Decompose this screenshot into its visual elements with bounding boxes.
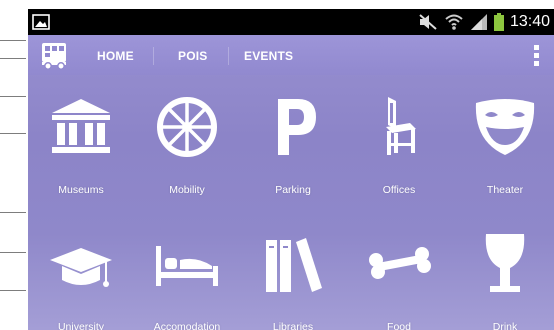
museum-icon [52, 99, 110, 153]
wifi-icon [445, 14, 463, 30]
graduation-cap-icon [50, 248, 112, 287]
guide-tick [0, 96, 26, 97]
theater-mask-icon [475, 99, 535, 155]
action-bar: HOME POIS EVENTS [28, 35, 554, 75]
status-right-group: 13:40 [418, 12, 550, 32]
category-offices[interactable]: Offices [346, 77, 452, 197]
bed-icon [156, 246, 218, 286]
category-label: University [57, 321, 105, 330]
category-label: Theater [486, 184, 524, 196]
category-label: Food [387, 321, 411, 330]
guide-tick [0, 40, 26, 41]
tab-events[interactable]: EVENTS [244, 35, 293, 75]
bus-logo-icon[interactable] [40, 41, 70, 71]
guide-tick [0, 133, 26, 134]
category-food[interactable]: Food [346, 214, 452, 330]
bone-icon [369, 247, 431, 279]
category-label: Accomodation [153, 321, 221, 330]
category-label: Offices [382, 184, 416, 196]
tab-pois[interactable]: POIS [178, 35, 207, 75]
battery-icon [493, 13, 504, 31]
mute-icon [419, 14, 437, 30]
parking-icon [278, 99, 316, 155]
overflow-menu-icon[interactable] [534, 45, 540, 67]
left-guide-strip [0, 0, 28, 330]
category-label: Libraries [272, 321, 314, 330]
category-museums[interactable]: Museums [28, 77, 134, 197]
status-bar: 13:40 [28, 9, 554, 35]
status-time: 13:40 [509, 13, 550, 30]
tab-divider [153, 47, 154, 65]
chair-icon [386, 97, 416, 155]
guide-tick [0, 212, 26, 213]
wine-glass-icon [485, 234, 525, 292]
app-screen: 13:40 HOME POIS EVENTS Museums Mobility … [28, 9, 554, 330]
guide-tick [0, 58, 26, 59]
category-libraries[interactable]: Libraries [240, 214, 346, 330]
books-icon [266, 238, 322, 292]
category-theater[interactable]: Theater [452, 77, 554, 197]
guide-tick [0, 252, 26, 253]
category-mobility[interactable]: Mobility [134, 77, 240, 197]
wheel-icon [157, 97, 217, 157]
signal-icon [470, 14, 487, 30]
category-drink[interactable]: Drink [452, 214, 554, 330]
image-notification-icon [32, 14, 50, 30]
tab-divider [228, 47, 229, 65]
category-parking[interactable]: Parking [240, 77, 346, 197]
category-accomodation[interactable]: Accomodation [134, 214, 240, 330]
guide-tick [0, 290, 26, 291]
category-label: Parking [275, 184, 311, 196]
category-university[interactable]: University [28, 214, 134, 330]
category-label: Mobility [169, 184, 205, 196]
category-label: Museums [58, 184, 104, 196]
category-label: Drink [492, 321, 518, 330]
tab-home[interactable]: HOME [97, 35, 134, 75]
